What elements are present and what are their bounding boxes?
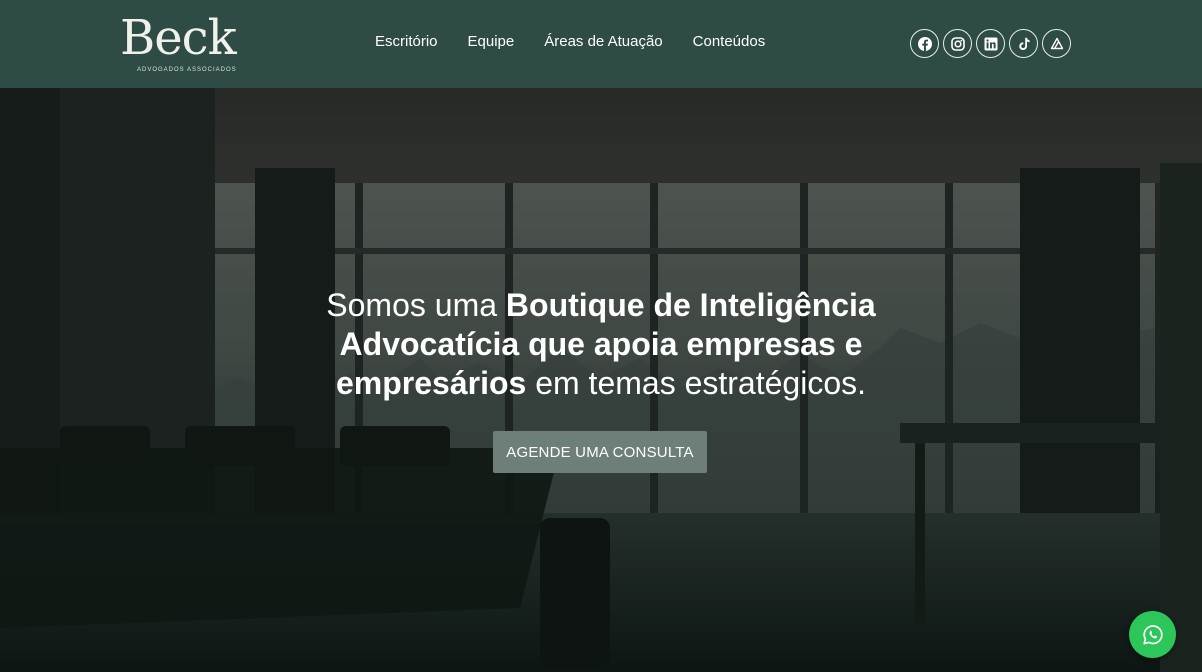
nav-item-equipe[interactable]: Equipe — [468, 33, 515, 50]
schedule-consultation-button[interactable]: AGENDE UMA CONSULTA — [493, 431, 707, 473]
nav-item-areas-de-atuacao[interactable]: Áreas de Atuação — [544, 33, 662, 50]
brand-logo[interactable]: Beck ADVOGADOS ASSOCIADOS — [120, 10, 260, 76]
social-links — [910, 29, 1071, 58]
page: Beck ADVOGADOS ASSOCIADOS Escritório Equ… — [0, 0, 1202, 672]
whatsapp-floating-button[interactable] — [1129, 611, 1176, 658]
linkedin-icon[interactable] — [976, 29, 1005, 58]
instagram-icon[interactable] — [943, 29, 972, 58]
hero-headline: Somos uma Boutique de Inteligência Advoc… — [250, 286, 952, 403]
tiktok-icon[interactable] — [1009, 29, 1038, 58]
hero-section: Somos uma Boutique de Inteligência Advoc… — [0, 88, 1202, 672]
site-header: Beck ADVOGADOS ASSOCIADOS Escritório Equ… — [0, 0, 1202, 88]
whatsapp-icon — [1142, 624, 1163, 644]
headline-text-1: Somos uma — [326, 287, 506, 323]
main-nav: Escritório Equipe Áreas de Atuação Conte… — [360, 33, 765, 50]
brand-name: Beck — [120, 10, 237, 66]
brand-tagline: ADVOGADOS ASSOCIADOS — [137, 67, 237, 73]
facebook-icon[interactable] — [910, 29, 939, 58]
headline-text-2: em temas estratégicos. — [526, 365, 866, 401]
nav-item-conteudos[interactable]: Conteúdos — [693, 33, 766, 50]
jusbrasil-icon[interactable] — [1042, 29, 1071, 58]
nav-item-escritorio[interactable]: Escritório — [375, 33, 438, 50]
